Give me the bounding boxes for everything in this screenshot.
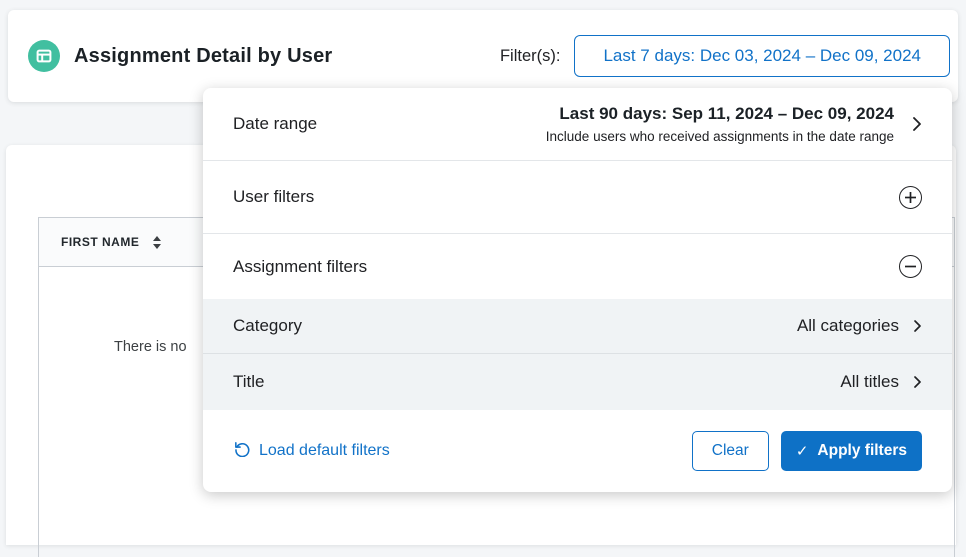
assignment-filters-row[interactable]: Assignment filters (203, 234, 952, 299)
title-filter-row[interactable]: Title All titles (203, 354, 952, 410)
assignment-filters-label: Assignment filters (233, 257, 367, 277)
filters-panel: Date range Last 90 days: Sep 11, 2024 – … (203, 88, 952, 492)
filters-label: Filter(s): (500, 47, 561, 66)
empty-state-text: There is no (114, 339, 187, 355)
sort-icon (153, 236, 161, 249)
category-value: All categories (797, 316, 899, 336)
restore-icon (233, 440, 250, 462)
panel-footer: Load default filters Clear ✓ Apply filte… (203, 410, 952, 492)
user-filters-row[interactable]: User filters (203, 161, 952, 233)
apply-filters-button[interactable]: ✓ Apply filters (781, 431, 922, 471)
minus-circle-icon[interactable] (899, 255, 922, 278)
title-label: Title (233, 372, 265, 392)
chevron-right-icon (913, 319, 922, 333)
chevron-right-icon (913, 375, 922, 389)
date-range-subtitle: Include users who received assignments i… (546, 129, 894, 144)
plus-circle-icon[interactable] (899, 186, 922, 209)
date-range-value: Last 90 days: Sep 11, 2024 – Dec 09, 202… (546, 104, 894, 124)
category-label: Category (233, 316, 302, 336)
date-range-label: Date range (233, 114, 317, 134)
user-filters-label: User filters (233, 187, 314, 207)
clear-button[interactable]: Clear (692, 431, 769, 471)
title-value: All titles (840, 372, 899, 392)
load-default-filters-link[interactable]: Load default filters (233, 440, 390, 462)
filter-area: Filter(s): Last 7 days: Dec 03, 2024 – D… (500, 35, 950, 77)
date-range-row[interactable]: Date range Last 90 days: Sep 11, 2024 – … (203, 88, 952, 160)
category-filter-row[interactable]: Category All categories (203, 299, 952, 353)
date-range-filter-button[interactable]: Last 7 days: Dec 03, 2024 – Dec 09, 2024 (574, 35, 950, 77)
page-title: Assignment Detail by User (74, 45, 332, 68)
report-icon (28, 40, 60, 72)
column-label: FIRST NAME (61, 235, 139, 249)
check-icon: ✓ (796, 442, 809, 460)
column-header-first-name[interactable]: FIRST NAME (39, 235, 161, 249)
chevron-right-icon (912, 116, 922, 132)
